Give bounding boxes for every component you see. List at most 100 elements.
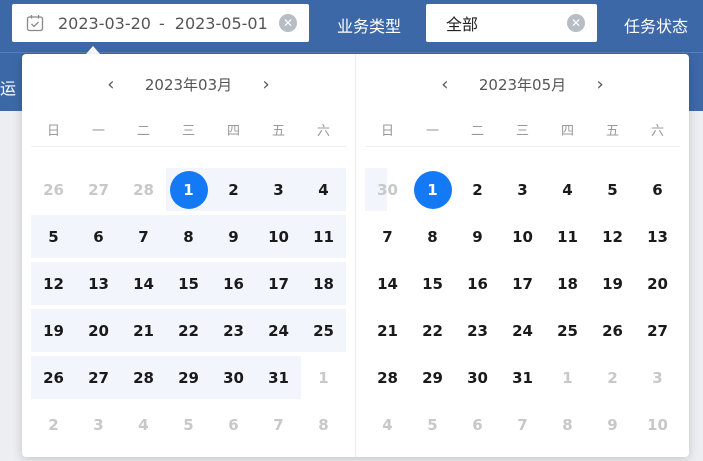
day-cell[interactable]: 18 — [545, 260, 590, 307]
chevron-left-icon[interactable]: ‹ — [435, 74, 455, 95]
day-cell-other-month[interactable]: 5 — [410, 401, 455, 448]
day-cell-other-month[interactable]: 4 — [365, 401, 410, 448]
day-cell[interactable]: 3 — [500, 166, 545, 213]
day-cell-selected[interactable]: 1 — [166, 166, 211, 213]
day-cell[interactable]: 25 — [301, 307, 346, 354]
day-cell[interactable]: 7 — [365, 213, 410, 260]
biz-type-value: 全部 — [446, 15, 479, 34]
day-cell[interactable]: 12 — [31, 260, 76, 307]
chevron-left-icon[interactable]: ‹ — [101, 74, 121, 95]
day-cell[interactable]: 26 — [590, 307, 635, 354]
day-cell[interactable]: 29 — [166, 354, 211, 401]
day-cell[interactable]: 2 — [455, 166, 500, 213]
day-cell[interactable]: 15 — [166, 260, 211, 307]
day-number: 26 — [43, 368, 64, 387]
day-cell-other-month[interactable]: 7 — [500, 401, 545, 448]
day-cell[interactable]: 6 — [76, 213, 121, 260]
day-cell-other-month[interactable]: 1 — [545, 354, 590, 401]
day-cell-other-month[interactable]: 6 — [455, 401, 500, 448]
day-cell[interactable]: 27 — [635, 307, 680, 354]
day-cell[interactable]: 4 — [545, 166, 590, 213]
chevron-right-icon[interactable]: › — [590, 74, 610, 95]
day-number: 27 — [647, 321, 668, 340]
day-cell[interactable]: 8 — [410, 213, 455, 260]
day-cell[interactable]: 27 — [76, 354, 121, 401]
clear-circle-icon[interactable]: ✕ — [567, 14, 585, 32]
day-cell[interactable]: 30 — [455, 354, 500, 401]
biz-type-select[interactable]: 全部 ✕ — [426, 4, 597, 42]
day-cell[interactable]: 28 — [365, 354, 410, 401]
day-cell[interactable]: 29 — [410, 354, 455, 401]
day-cell[interactable]: 4 — [301, 166, 346, 213]
day-cell[interactable]: 20 — [76, 307, 121, 354]
day-cell[interactable]: 10 — [500, 213, 545, 260]
day-cell-other-month[interactable]: 8 — [301, 401, 346, 448]
day-cell[interactable]: 13 — [76, 260, 121, 307]
day-cell[interactable]: 23 — [211, 307, 256, 354]
day-cell[interactable]: 22 — [410, 307, 455, 354]
day-cell-other-month[interactable]: 4 — [121, 401, 166, 448]
day-cell-other-month[interactable]: 2 — [590, 354, 635, 401]
day-cell[interactable]: 9 — [211, 213, 256, 260]
day-cell[interactable]: 19 — [31, 307, 76, 354]
day-cell[interactable]: 6 — [635, 166, 680, 213]
day-cell[interactable]: 31 — [256, 354, 301, 401]
day-cell[interactable]: 2 — [211, 166, 256, 213]
day-cell[interactable]: 31 — [500, 354, 545, 401]
day-cell[interactable]: 24 — [500, 307, 545, 354]
day-number: 22 — [422, 321, 443, 340]
day-number: 6 — [472, 415, 483, 434]
day-cell[interactable]: 11 — [301, 213, 346, 260]
day-cell[interactable]: 30 — [211, 354, 256, 401]
day-cell-other-month[interactable]: 27 — [76, 166, 121, 213]
day-cell-other-month[interactable]: 2 — [31, 401, 76, 448]
day-cell[interactable]: 7 — [121, 213, 166, 260]
day-cell[interactable]: 21 — [121, 307, 166, 354]
day-cell-other-month[interactable]: 26 — [31, 166, 76, 213]
day-cell-other-month[interactable]: 8 — [545, 401, 590, 448]
day-cell[interactable]: 10 — [256, 213, 301, 260]
day-cell-other-month[interactable]: 30 — [365, 166, 410, 213]
day-cell-other-month[interactable]: 7 — [256, 401, 301, 448]
day-cell[interactable]: 14 — [121, 260, 166, 307]
day-cell-selected[interactable]: 1 — [410, 166, 455, 213]
day-cell[interactable]: 17 — [500, 260, 545, 307]
day-number: 11 — [557, 227, 578, 246]
day-cell[interactable]: 18 — [301, 260, 346, 307]
day-cell[interactable]: 12 — [590, 213, 635, 260]
day-cell-other-month[interactable]: 6 — [211, 401, 256, 448]
day-cell[interactable]: 3 — [256, 166, 301, 213]
date-range-input[interactable]: 2023-03-20 - 2023-05-01 ✕ — [12, 4, 309, 42]
day-cell[interactable]: 26 — [31, 354, 76, 401]
day-number: 24 — [268, 321, 289, 340]
day-cell[interactable]: 13 — [635, 213, 680, 260]
day-cell[interactable]: 24 — [256, 307, 301, 354]
day-cell-other-month[interactable]: 1 — [301, 354, 346, 401]
day-cell[interactable]: 23 — [455, 307, 500, 354]
day-cell[interactable]: 20 — [635, 260, 680, 307]
day-cell[interactable]: 28 — [121, 354, 166, 401]
day-cell[interactable]: 16 — [211, 260, 256, 307]
day-cell[interactable]: 5 — [31, 213, 76, 260]
day-cell-other-month[interactable]: 5 — [166, 401, 211, 448]
day-cell[interactable]: 9 — [455, 213, 500, 260]
day-cell[interactable]: 11 — [545, 213, 590, 260]
day-cell-other-month[interactable]: 9 — [590, 401, 635, 448]
day-cell[interactable]: 19 — [590, 260, 635, 307]
day-cell[interactable]: 8 — [166, 213, 211, 260]
day-cell[interactable]: 22 — [166, 307, 211, 354]
day-cell[interactable]: 21 — [365, 307, 410, 354]
chevron-right-icon[interactable]: › — [256, 74, 276, 95]
day-cell[interactable]: 16 — [455, 260, 500, 307]
day-cell-other-month[interactable]: 28 — [121, 166, 166, 213]
clear-circle-icon[interactable]: ✕ — [279, 14, 297, 32]
day-cell[interactable]: 25 — [545, 307, 590, 354]
day-cell[interactable]: 17 — [256, 260, 301, 307]
day-cell-other-month[interactable]: 10 — [635, 401, 680, 448]
day-cell[interactable]: 5 — [590, 166, 635, 213]
day-cell-other-month[interactable]: 3 — [635, 354, 680, 401]
day-cell-other-month[interactable]: 3 — [76, 401, 121, 448]
day-cell[interactable]: 14 — [365, 260, 410, 307]
day-cell[interactable]: 15 — [410, 260, 455, 307]
date-end-value: 2023-05-01 — [174, 13, 268, 33]
